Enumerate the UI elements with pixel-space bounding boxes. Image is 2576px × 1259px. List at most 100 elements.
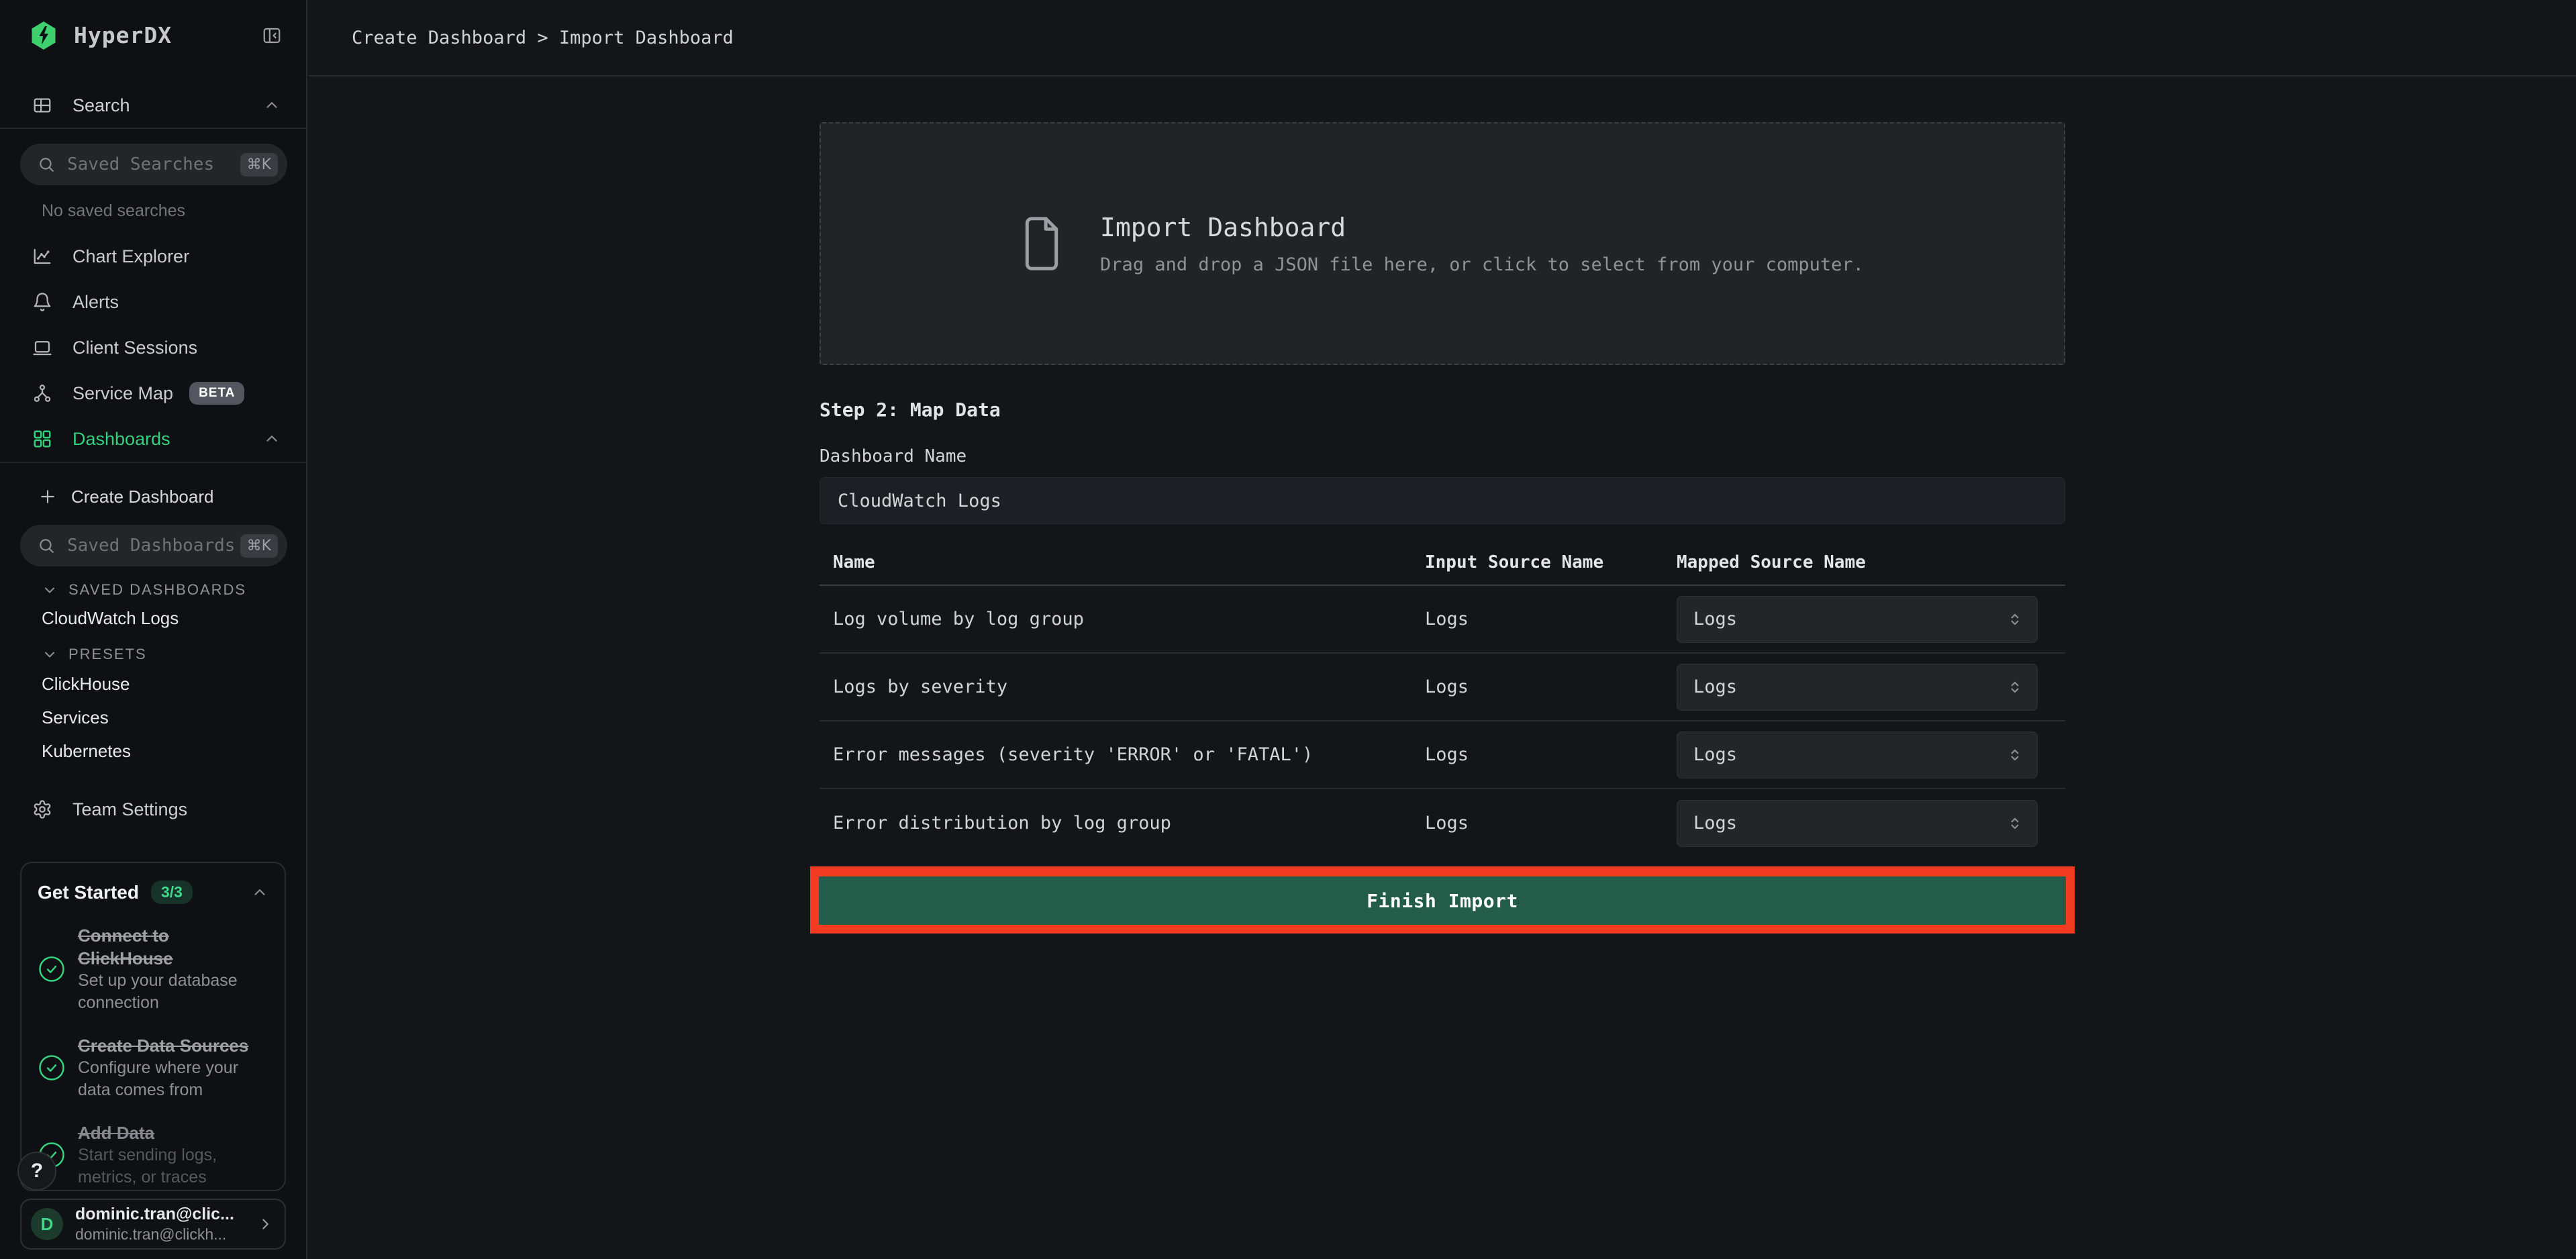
panel-collapse-icon[interactable] (262, 26, 282, 46)
get-started-item-sources[interactable]: Create Data Sources Configure where your… (38, 1034, 268, 1101)
selected-value: Logs (1693, 609, 1737, 630)
breadcrumb: Create Dashboard > Import Dashboard (352, 28, 734, 48)
saved-searches-placeholder: Saved Searches (67, 154, 240, 174)
column-header-mapped-source: Mapped Source Name (1677, 552, 2065, 572)
get-started-title: Get Started (38, 882, 139, 903)
beta-badge: BETA (189, 382, 244, 405)
check-circle-icon (38, 1054, 66, 1082)
chevron-up-icon (251, 884, 268, 901)
import-dashboard-panel: Import Dashboard Drag and drop a JSON fi… (820, 122, 2065, 934)
select-updown-icon (2006, 815, 2024, 832)
finish-import-button[interactable]: Finish Import (819, 876, 2066, 925)
search-icon (38, 537, 55, 554)
preset-item-label: Services (42, 707, 109, 728)
table-row: Error distribution by log group Logs Log… (820, 789, 2065, 857)
search-icon (38, 156, 55, 173)
chart-name: Log volume by log group (820, 609, 1425, 630)
mapped-source-select[interactable]: Logs (1677, 596, 2038, 643)
input-source-value: Logs (1425, 744, 1677, 765)
plus-icon (39, 488, 56, 505)
group-label: SAVED DASHBOARDS (68, 581, 246, 599)
help-button[interactable]: ? (17, 1152, 56, 1191)
user-menu[interactable]: D dominic.tran@clic... dominic.tran@clic… (20, 1199, 286, 1250)
hyperdx-logo-icon (30, 20, 58, 51)
input-source-value: Logs (1425, 609, 1677, 630)
dropzone-title: Import Dashboard (1100, 213, 1864, 242)
help-icon: ? (31, 1160, 43, 1182)
sidebar-item-label: Alerts (72, 292, 119, 313)
preset-item-services[interactable]: Services (42, 701, 109, 734)
team-settings-label: Team Settings (72, 799, 187, 820)
sidebar-item-team-settings[interactable]: Team Settings (0, 789, 306, 829)
chevron-down-icon (42, 582, 58, 598)
user-info: dominic.tran@clic... dominic.tran@clickh… (75, 1204, 256, 1244)
mapped-source-select[interactable]: Logs (1677, 664, 2038, 711)
sidebar-item-alerts[interactable]: Alerts (0, 279, 306, 325)
sidebar: HyperDX Search Saved Searches ⌘K No save… (0, 0, 307, 1259)
user-name: dominic.tran@clic... (75, 1204, 256, 1225)
saved-searches-input[interactable]: Saved Searches ⌘K (20, 144, 287, 185)
get-started-item-add-data[interactable]: Add Data Start sending logs, metrics, or… (38, 1121, 268, 1189)
check-circle-icon (38, 955, 66, 983)
mapped-source-select[interactable]: Logs (1677, 732, 2038, 778)
preset-item-label: ClickHouse (42, 674, 130, 695)
sidebar-item-service-map[interactable]: Service Map BETA (0, 370, 306, 416)
table-row: Log volume by log group Logs Logs (820, 586, 2065, 654)
column-header-name: Name (820, 552, 1425, 572)
mapping-table: Name Input Source Name Mapped Source Nam… (820, 540, 2065, 857)
chart-name: Error distribution by log group (820, 813, 1425, 834)
get-started-item-desc: Set up your database connection (78, 970, 268, 1014)
input-source-value: Logs (1425, 676, 1677, 697)
input-source-value: Logs (1425, 813, 1677, 834)
get-started-item-desc: Start sending logs, metrics, or traces (78, 1144, 268, 1189)
presets-group-header[interactable]: PRESETS (42, 646, 147, 663)
section-search-label: Search (72, 95, 130, 116)
dashboard-name-input[interactable] (820, 477, 2065, 524)
preset-item-label: Kubernetes (42, 741, 131, 762)
saved-dashboards-placeholder: Saved Dashboards (67, 536, 240, 556)
topbar: Create Dashboard > Import Dashboard (309, 0, 2576, 77)
json-dropzone[interactable]: Import Dashboard Drag and drop a JSON fi… (820, 122, 2065, 365)
get-started-progress-badge: 3/3 (151, 880, 193, 904)
avatar: D (31, 1208, 63, 1240)
select-updown-icon (2006, 611, 2024, 628)
sidebar-item-dashboards[interactable]: Dashboards (0, 416, 306, 462)
get-started-header[interactable]: Get Started 3/3 (38, 880, 268, 904)
dashboard-item-cloudwatch-logs[interactable]: CloudWatch Logs (42, 601, 179, 635)
get-started-item-title: Add Data (78, 1121, 268, 1144)
chevron-right-icon (256, 1215, 274, 1233)
preset-item-kubernetes[interactable]: Kubernetes (42, 734, 131, 768)
select-updown-icon (2006, 746, 2024, 764)
user-email: dominic.tran@clickh... (75, 1225, 256, 1244)
mapped-source-select[interactable]: Logs (1677, 800, 2038, 847)
chevron-down-icon (42, 646, 58, 662)
dashboards-grid-icon (32, 429, 52, 449)
dashboard-item-label: CloudWatch Logs (42, 608, 179, 629)
selected-value: Logs (1693, 676, 1737, 697)
saved-dashboards-group-header[interactable]: SAVED DASHBOARDS (42, 581, 246, 599)
dropzone-subtitle: Drag and drop a JSON file here, or click… (1100, 254, 1864, 275)
sidebar-section-search[interactable]: Search (0, 83, 306, 129)
chevron-up-icon (263, 430, 281, 448)
selected-value: Logs (1693, 813, 1737, 834)
get-started-item-title: Create Data Sources (78, 1034, 268, 1057)
sidebar-item-label: Client Sessions (72, 338, 197, 358)
sidebar-item-client-sessions[interactable]: Client Sessions (0, 325, 306, 370)
bell-icon (32, 292, 52, 312)
preset-item-clickhouse[interactable]: ClickHouse (42, 667, 130, 701)
get-started-item-connect[interactable]: Connect to ClickHouse Set up your databa… (38, 924, 268, 1014)
main-area: Create Dashboard > Import Dashboard Impo… (309, 0, 2576, 1259)
create-dashboard-button[interactable]: Create Dashboard (0, 478, 306, 515)
table-header-row: Name Input Source Name Mapped Source Nam… (820, 540, 2065, 586)
column-header-input-source: Input Source Name (1425, 552, 1677, 572)
step-title: Step 2: Map Data (820, 399, 2065, 421)
dropzone-text: Import Dashboard Drag and drop a JSON fi… (1100, 213, 1864, 275)
select-updown-icon (2006, 678, 2024, 696)
table-row: Error messages (severity 'ERROR' or 'FAT… (820, 721, 2065, 789)
file-icon (1021, 211, 1062, 276)
sidebar-nav: Chart Explorer Alerts Client Sessions (0, 234, 306, 463)
chart-explorer-icon (32, 246, 52, 266)
saved-dashboards-input[interactable]: Saved Dashboards ⌘K (20, 525, 287, 566)
sidebar-item-chart-explorer[interactable]: Chart Explorer (0, 234, 306, 279)
get-started-card: Get Started 3/3 Connect to ClickHouse Se… (20, 862, 286, 1191)
